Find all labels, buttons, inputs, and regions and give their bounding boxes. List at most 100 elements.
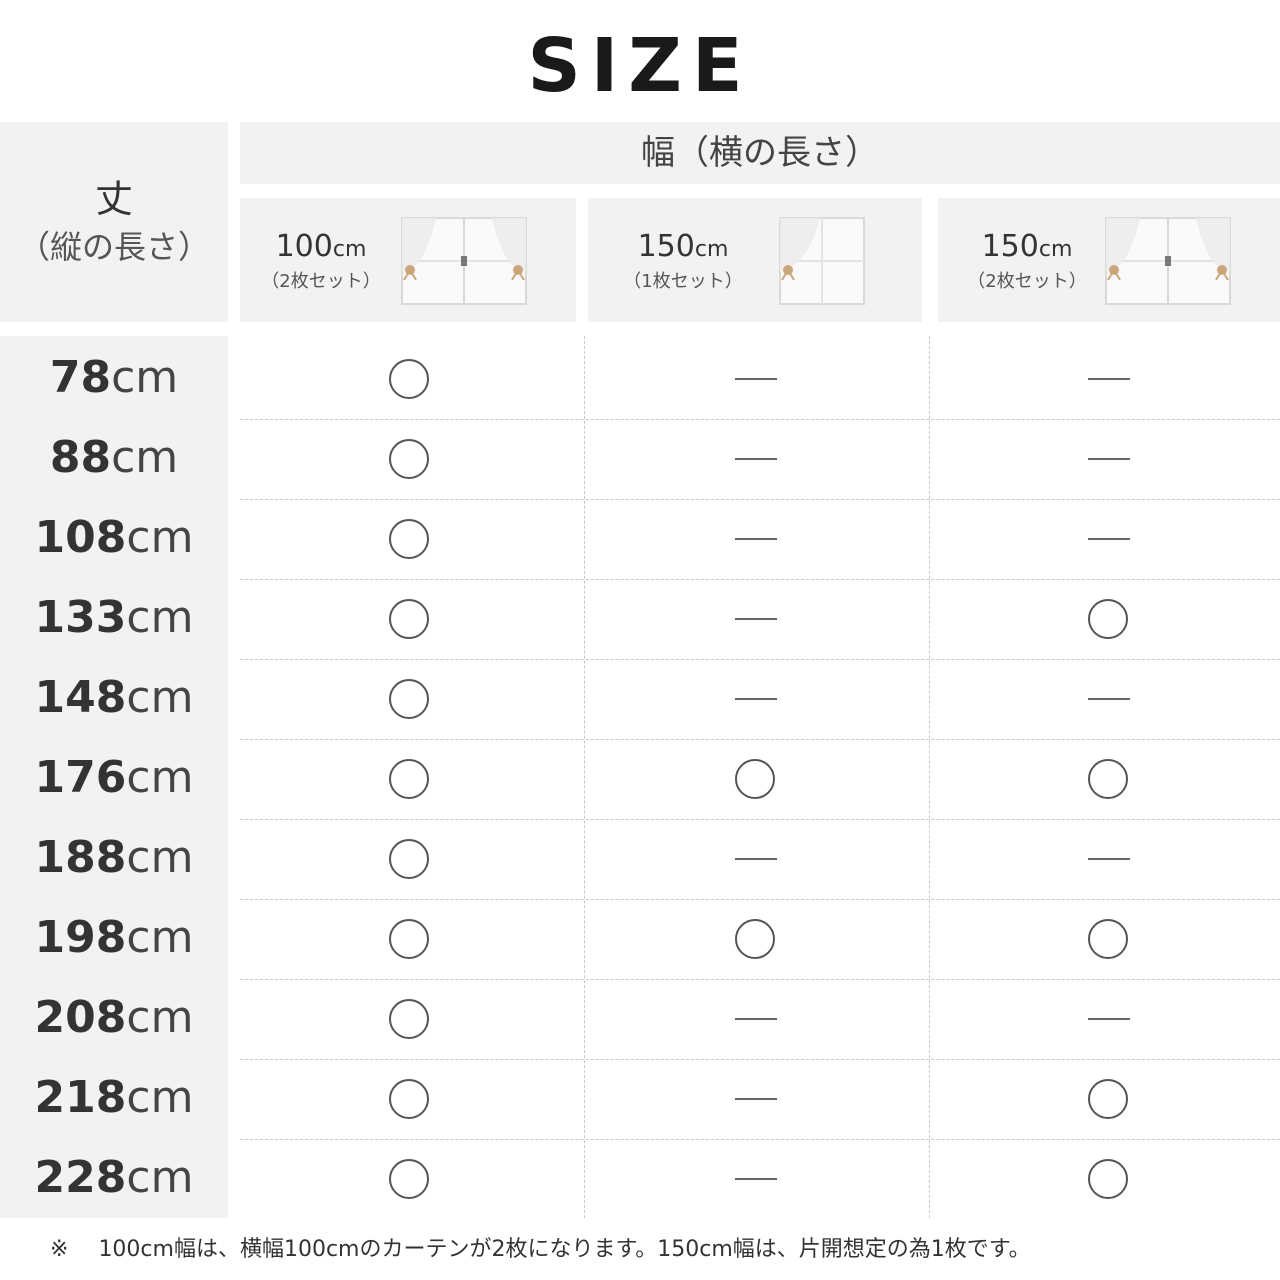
length-value: 133 bbox=[34, 592, 127, 643]
length-unit: cm bbox=[126, 512, 194, 563]
circle-mark bbox=[389, 599, 429, 639]
length-value: 148 bbox=[34, 672, 127, 723]
dash-mark bbox=[1088, 458, 1130, 460]
available-circle-icon bbox=[389, 759, 429, 799]
unavailable-dash-icon bbox=[735, 1079, 777, 1119]
dash-mark bbox=[735, 858, 777, 860]
length-value: 188 bbox=[34, 832, 127, 883]
available-circle-icon bbox=[389, 839, 429, 879]
unavailable-dash-icon bbox=[735, 999, 777, 1039]
dash-mark bbox=[735, 378, 777, 380]
circle-mark bbox=[389, 359, 429, 399]
width-size-value: 100 bbox=[275, 229, 333, 264]
width-size-unit: cm bbox=[694, 237, 729, 262]
circle-mark bbox=[735, 919, 775, 959]
row-divider bbox=[240, 659, 1280, 660]
width-column-header: 150cm （2枚セット） bbox=[938, 198, 1280, 322]
dash-mark bbox=[735, 538, 777, 540]
circle-mark bbox=[735, 759, 775, 799]
width-header: 幅（横の長さ） bbox=[240, 122, 1280, 184]
curtain-illustration bbox=[774, 216, 870, 312]
length-row-label: 108cm bbox=[0, 498, 228, 578]
length-row-label: 188cm bbox=[0, 818, 228, 898]
available-circle-icon bbox=[1088, 919, 1128, 959]
length-value: 198 bbox=[34, 912, 127, 963]
circle-mark bbox=[389, 999, 429, 1039]
available-circle-icon bbox=[735, 759, 775, 799]
unavailable-dash-icon bbox=[735, 1159, 777, 1199]
available-circle-icon bbox=[1088, 759, 1128, 799]
circle-mark bbox=[1088, 759, 1128, 799]
width-size-label: 150cm （2枚セット） bbox=[952, 228, 1102, 295]
available-circle-icon bbox=[389, 599, 429, 639]
available-circle-icon bbox=[389, 999, 429, 1039]
length-label: 丈 bbox=[94, 177, 133, 221]
length-row-label: 218cm bbox=[0, 1058, 228, 1138]
length-sub-label: （縦の長さ） bbox=[17, 228, 210, 266]
row-divider bbox=[240, 419, 1280, 420]
length-value: 228 bbox=[34, 1152, 127, 1203]
available-circle-icon bbox=[389, 919, 429, 959]
unavailable-dash-icon bbox=[1088, 359, 1130, 399]
available-circle-icon bbox=[389, 439, 429, 479]
row-divider bbox=[240, 1139, 1280, 1140]
unavailable-dash-icon bbox=[735, 599, 777, 639]
length-unit: cm bbox=[126, 912, 194, 963]
length-row-label: 198cm bbox=[0, 898, 228, 978]
length-value: 208 bbox=[34, 992, 127, 1043]
available-circle-icon bbox=[389, 679, 429, 719]
circle-mark bbox=[1088, 1159, 1128, 1199]
length-value: 218 bbox=[34, 1072, 127, 1123]
curtain-illustration bbox=[396, 216, 532, 312]
circle-mark bbox=[389, 759, 429, 799]
length-unit: cm bbox=[126, 1072, 194, 1123]
row-divider bbox=[240, 819, 1280, 820]
length-row-label: 176cm bbox=[0, 738, 228, 818]
available-circle-icon bbox=[1088, 1159, 1128, 1199]
unavailable-dash-icon bbox=[735, 439, 777, 479]
row-divider bbox=[240, 979, 1280, 980]
unavailable-dash-icon bbox=[1088, 999, 1130, 1039]
dash-mark bbox=[1088, 538, 1130, 540]
length-header: 丈 （縦の長さ） bbox=[0, 122, 228, 322]
dash-mark bbox=[735, 458, 777, 460]
curtain-window-icon bbox=[1105, 217, 1231, 305]
available-circle-icon bbox=[389, 1079, 429, 1119]
dash-mark bbox=[735, 618, 777, 620]
dash-mark bbox=[735, 1018, 777, 1020]
dash-mark bbox=[1088, 378, 1130, 380]
row-divider bbox=[240, 739, 1280, 740]
available-circle-icon bbox=[389, 359, 429, 399]
length-unit: cm bbox=[126, 832, 194, 883]
unavailable-dash-icon bbox=[1088, 439, 1130, 479]
unavailable-dash-icon bbox=[1088, 679, 1130, 719]
circle-mark bbox=[389, 1159, 429, 1199]
length-unit: cm bbox=[126, 1152, 194, 1203]
row-divider bbox=[240, 1059, 1280, 1060]
length-unit: cm bbox=[126, 752, 194, 803]
length-value: 176 bbox=[34, 752, 127, 803]
length-unit: cm bbox=[126, 672, 194, 723]
length-row-label: 78cm bbox=[0, 338, 228, 418]
unavailable-dash-icon bbox=[1088, 519, 1130, 559]
length-row-label: 228cm bbox=[0, 1138, 228, 1218]
circle-mark bbox=[389, 919, 429, 959]
width-size-label: 100cm （2枚セット） bbox=[246, 228, 396, 295]
dash-mark bbox=[735, 1098, 777, 1100]
width-size-value: 150 bbox=[981, 229, 1039, 264]
available-circle-icon bbox=[389, 1159, 429, 1199]
footnote-text: 100cm幅は、横幅100cmのカーテンが2枚になります。150cm幅は、片開想… bbox=[98, 1237, 1031, 1262]
unavailable-dash-icon bbox=[1088, 839, 1130, 879]
dash-mark bbox=[1088, 698, 1130, 700]
dash-mark bbox=[735, 1178, 777, 1180]
length-unit: cm bbox=[126, 992, 194, 1043]
set-count-label: （2枚セット） bbox=[261, 271, 381, 292]
circle-mark bbox=[1088, 599, 1128, 639]
width-size-unit: cm bbox=[1038, 237, 1073, 262]
length-unit: cm bbox=[111, 352, 179, 403]
circle-mark bbox=[1088, 919, 1128, 959]
circle-mark bbox=[389, 679, 429, 719]
row-divider bbox=[240, 499, 1280, 500]
dash-mark bbox=[1088, 858, 1130, 860]
length-row-label: 88cm bbox=[0, 418, 228, 498]
